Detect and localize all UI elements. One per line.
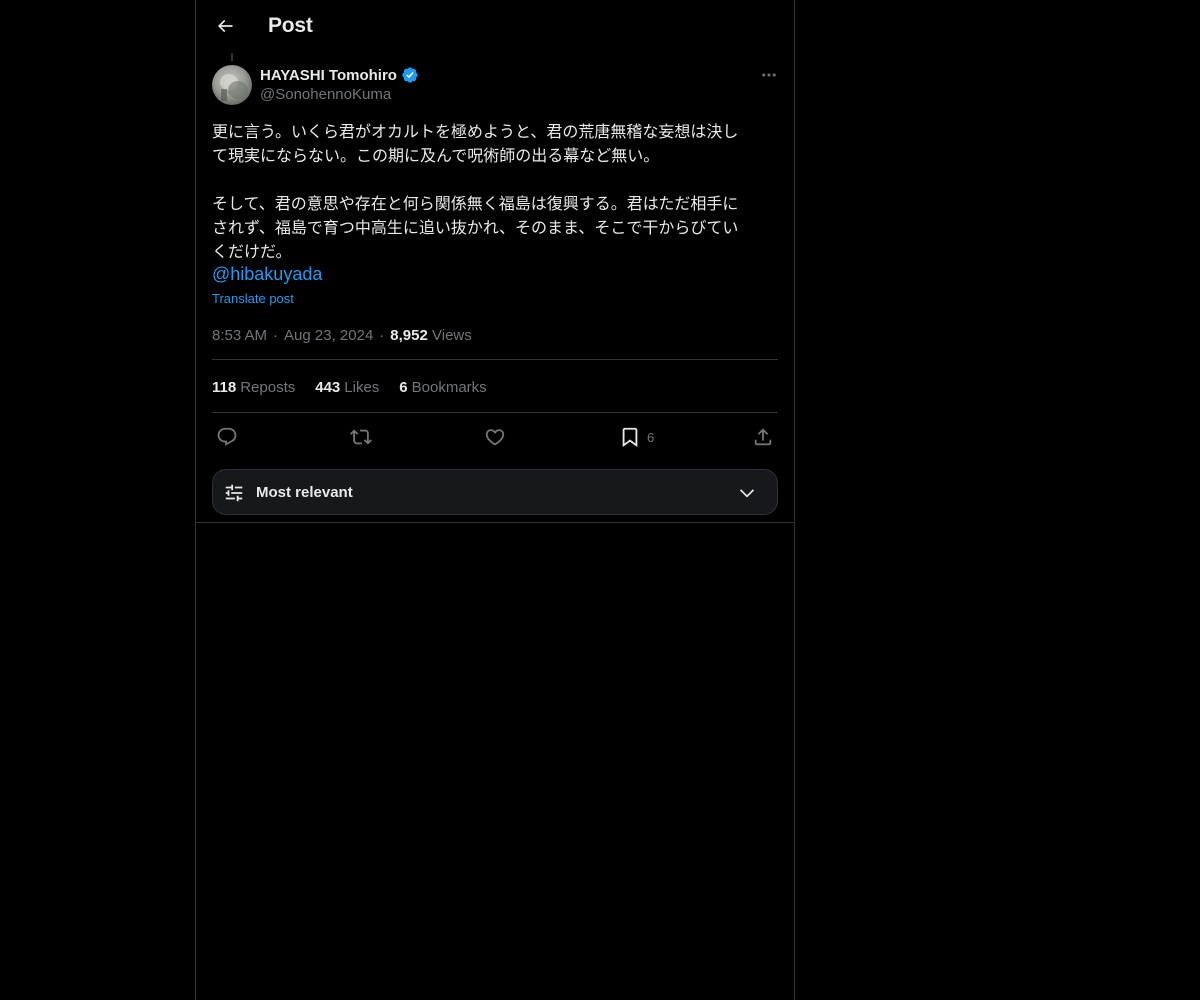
back-arrow-icon [217,19,233,33]
reply-button[interactable] [216,424,238,450]
thread-connector-line [231,53,233,61]
likes-label: Likes [344,378,380,396]
likes-count: 443 [315,378,341,396]
reposts-label: Reposts [240,378,296,396]
mention-link[interactable]: @hibakuyada [212,264,322,285]
reply-icon [217,427,237,446]
author-name-text: HAYASHI Tomohiro [260,66,397,84]
bookmarks-count: 6 [399,378,408,396]
more-icon [762,73,776,77]
separator: · [379,326,385,344]
bookmark-icon [622,427,638,448]
post-text: 更に言う。いくら君がオカルトを極めようと、君の荒唐無稽な妄想は決し て現実になら… [212,122,739,261]
post-detail-column: Post HAYASHI Tomohiro @SonohennoKuma 更に言… [195,0,795,1000]
back-button[interactable] [208,9,242,43]
page-title: Post [268,14,313,37]
sliders-icon [225,484,243,502]
views-count: 8,952 [390,326,428,344]
like-icon [485,429,505,446]
post-metadata: 8:53 AM · Aug 23, 2024 · 8,952 Views [212,325,472,345]
reposts-count: 118 [212,378,237,396]
bookmarks-label: Bookmarks [411,378,487,396]
author-handle[interactable]: @SonohennoKuma [260,86,391,103]
more-options-button[interactable] [752,62,786,88]
repost-icon [350,429,372,445]
verified-badge-icon [402,67,418,83]
share-icon [754,428,772,446]
chevron-down-icon [739,489,755,498]
divider [212,412,778,413]
repost-button[interactable] [350,424,372,450]
separator: · [273,326,279,344]
like-button[interactable] [484,424,506,450]
bookmark-button[interactable]: 6 [619,424,654,450]
author-name[interactable]: HAYASHI Tomohiro [260,65,419,85]
share-button[interactable] [752,424,774,450]
bookmark-count: 6 [647,429,655,445]
post-date[interactable]: Aug 23, 2024 [284,327,373,344]
post-header: Post [196,0,794,53]
divider [212,359,778,360]
avatar[interactable] [212,65,252,105]
divider [196,522,794,523]
likes-stat[interactable]: 443 Likes [315,379,379,396]
sort-label: Most relevant [256,484,353,501]
bookmarks-stat[interactable]: 6 Bookmarks [399,379,486,396]
reply-sort-dropdown[interactable]: Most relevant [212,469,778,515]
reposts-stat[interactable]: 118 Reposts [212,379,295,396]
translate-post-link[interactable]: Translate post [212,291,294,306]
engagement-stats: 118 Reposts 443 Likes 6 Bookmarks [212,376,487,398]
views-label: Views [432,326,472,344]
post-time[interactable]: 8:53 AM [212,327,267,344]
